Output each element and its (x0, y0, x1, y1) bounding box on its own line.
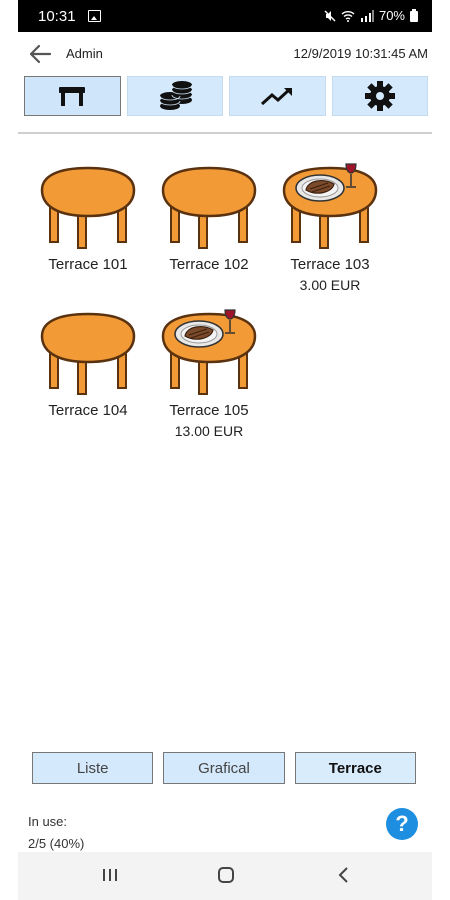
status-bar: 10:31 70% (18, 0, 432, 32)
table-terrace-101[interactable]: Terrace 101 (32, 160, 144, 273)
signal-icon (360, 9, 374, 22)
cash-button[interactable] (126, 76, 223, 116)
in-use-value: 2/5 (40%) (28, 836, 85, 851)
status-time: 10:31 (38, 8, 76, 25)
table-amount: 3.00 EUR (299, 277, 361, 293)
table-terrace-103[interactable]: Terrace 103 3.00 EUR (274, 160, 386, 293)
graphical-view-button[interactable]: Grafical (163, 752, 285, 784)
system-navigation-bar (18, 852, 432, 900)
table-name: Terrace 105 (169, 402, 249, 419)
user-name: Admin (66, 46, 103, 61)
main-toolbar (24, 76, 428, 116)
table-terrace-105[interactable]: Terrace 105 13.00 EUR (153, 306, 265, 439)
empty-table-icon (161, 166, 257, 249)
area-terrace-button[interactable]: Terrace (294, 752, 416, 784)
tables-view-button[interactable] (24, 76, 121, 116)
wifi-icon (341, 10, 355, 22)
occupied-table-icon (282, 163, 378, 249)
status-indicators: 70% (324, 8, 418, 23)
battery-percent: 70% (378, 8, 405, 23)
chart-trend-icon (261, 87, 293, 106)
reports-button[interactable] (229, 76, 326, 116)
empty-table-icon (40, 166, 136, 249)
help-icon[interactable]: ? (386, 808, 418, 840)
table-name: Terrace 104 (48, 402, 128, 419)
occupied-table-icon (161, 309, 257, 395)
table-icon (59, 87, 86, 106)
gear-icon (364, 81, 395, 111)
back-icon[interactable] (334, 866, 354, 889)
in-use-label: In use: (28, 814, 68, 829)
table-terrace-102[interactable]: Terrace 102 (153, 160, 265, 273)
view-switcher: Liste Grafical Terrace (32, 752, 416, 784)
gallery-notification-icon (88, 10, 101, 22)
empty-table-icon (40, 312, 136, 395)
coins-icon (159, 81, 193, 110)
home-icon[interactable] (216, 866, 236, 889)
header-divider (18, 132, 432, 134)
table-name: Terrace 103 (290, 256, 370, 273)
list-view-button[interactable]: Liste (32, 752, 154, 784)
recent-apps-icon[interactable] (100, 866, 120, 889)
table-terrace-104[interactable]: Terrace 104 (32, 306, 144, 419)
table-name: Terrace 102 (169, 256, 249, 273)
table-amount: 13.00 EUR (174, 423, 244, 439)
app-screen: 10:31 70% Admin 12/9/2019 10:31:45 AM Te… (18, 0, 432, 900)
settings-button[interactable] (331, 76, 428, 116)
current-datetime: 12/9/2019 10:31:45 AM (293, 46, 428, 61)
back-arrow-icon[interactable] (26, 42, 54, 66)
mute-icon (324, 10, 336, 21)
battery-icon (410, 9, 418, 22)
table-name: Terrace 101 (48, 256, 128, 273)
